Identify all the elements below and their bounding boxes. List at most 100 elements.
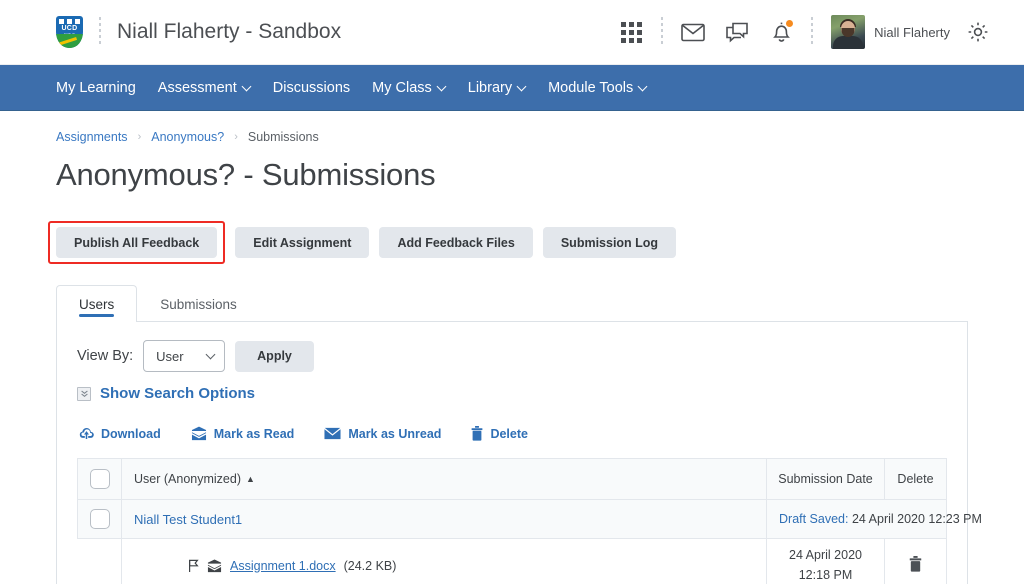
publish-all-feedback-button[interactable]: Publish All Feedback	[56, 227, 218, 258]
user-column-label: User (Anonymized)	[134, 472, 241, 486]
breadcrumb-separator: ›	[137, 131, 142, 143]
breadcrumb: Assignments › Anonymous? › Submissions	[56, 111, 968, 144]
draft-saved-label[interactable]: Draft Saved:	[779, 512, 848, 526]
delete-column-label: Delete	[897, 472, 934, 486]
delete-action[interactable]: Delete	[471, 426, 528, 441]
open-envelope-icon	[191, 426, 206, 441]
draft-saved-date: 24 April 2020 12:23 PM	[851, 512, 982, 526]
user-name[interactable]: Niall Flaherty	[874, 25, 950, 40]
submission-date-column-label: Submission Date	[778, 472, 873, 486]
sort-ascending-icon: ▲	[245, 474, 255, 484]
submission-log-button[interactable]: Submission Log	[542, 227, 677, 258]
tab-panel-users: View By: User Apply Show Search Options	[56, 321, 982, 584]
expand-chevrons-icon[interactable]	[77, 386, 91, 401]
main-navigation: My Learning Assessment Discussions My Cl…	[0, 65, 1024, 111]
user-name-cell: Niall Test Student1	[121, 499, 767, 539]
select-all-header	[77, 458, 122, 500]
view-by-label: View By:	[77, 348, 134, 364]
view-by-select[interactable]: User	[143, 340, 226, 372]
chevron-down-icon	[438, 84, 446, 92]
nav-item-module-tools[interactable]: Module Tools	[548, 80, 647, 96]
mark-as-unread-action[interactable]: Mark as Unread	[324, 427, 441, 441]
tab-label: Users	[79, 297, 115, 312]
submission-date-line1: 24 April 2020	[789, 548, 862, 563]
tab-label: Submissions	[160, 297, 237, 312]
chevron-down-icon	[207, 352, 215, 360]
bell-icon[interactable]	[759, 10, 803, 54]
course-title: Niall Flaherty - Sandbox	[117, 20, 342, 43]
ucd-logo-icon[interactable]: UCD DUBLIN	[56, 16, 83, 48]
nav-item-assessment[interactable]: Assessment	[158, 80, 251, 96]
draft-status-cell: Draft Saved: 24 April 2020 12:23 PM	[766, 499, 982, 539]
add-feedback-files-button[interactable]: Add Feedback Files	[379, 227, 533, 258]
user-column-header[interactable]: User (Anonymized) ▲	[121, 458, 767, 500]
flag-icon[interactable]	[188, 559, 199, 573]
submissions-table: User (Anonymized) ▲ Submission Date Delet…	[77, 458, 982, 584]
nav-label: Assessment	[157, 79, 237, 96]
header-actions: Niall Flaherty	[609, 10, 1000, 54]
file-size: (24.2 KB)	[343, 558, 397, 573]
view-by-row: View By: User Apply	[77, 340, 947, 372]
submission-date-line2: 12:18 PM	[798, 567, 853, 582]
action-label: Delete	[490, 426, 528, 441]
ucd-logo-word: UCD	[61, 25, 78, 32]
mark-as-read-action[interactable]: Mark as Read	[191, 426, 295, 441]
nav-item-library[interactable]: Library	[468, 80, 526, 96]
nav-item-discussions[interactable]: Discussions	[273, 80, 350, 96]
file-row-spacer	[78, 539, 122, 584]
table-row: Niall Test Student1 Draft Saved: 24 Apri…	[77, 499, 982, 539]
action-label: Download	[101, 426, 161, 441]
envelope-icon[interactable]	[671, 10, 715, 54]
apply-button[interactable]: Apply	[235, 340, 314, 372]
breadcrumb-separator: ›	[234, 131, 238, 143]
delete-cell	[884, 538, 947, 584]
table-row: Assignment 1.docx (24.2 KB) 24 April 202…	[78, 538, 947, 584]
chevron-down-icon	[243, 84, 251, 92]
tab-bar: Users Submissions	[56, 285, 968, 322]
avatar[interactable]	[831, 15, 866, 49]
breadcrumb-item-submissions: Submissions	[247, 130, 319, 144]
download-cloud-icon	[79, 428, 94, 439]
show-search-options-link[interactable]: Show Search Options	[100, 385, 255, 402]
breadcrumb-item-assignments[interactable]: Assignments	[56, 130, 128, 144]
notification-badge	[785, 19, 795, 28]
page-content: Assignments › Anonymous? › Submissions A…	[0, 111, 1024, 584]
tab-submissions[interactable]: Submissions	[137, 285, 260, 322]
row-select-cell	[77, 499, 122, 539]
action-button-row: Publish All Feedback Edit Assignment Add…	[48, 221, 968, 264]
submission-date-column-header[interactable]: Submission Date	[766, 458, 885, 500]
gear-icon[interactable]	[956, 10, 1000, 54]
waffle-icon[interactable]	[609, 10, 653, 54]
file-link[interactable]: Assignment 1.docx	[230, 559, 336, 573]
closed-envelope-icon	[324, 427, 341, 440]
view-by-value: User	[156, 348, 184, 364]
active-tab-indicator	[79, 314, 115, 317]
download-action[interactable]: Download	[79, 426, 161, 441]
trash-icon[interactable]	[909, 556, 922, 572]
file-cell: Assignment 1.docx (24.2 KB)	[121, 538, 767, 584]
nav-label: Module Tools	[548, 79, 634, 96]
highlight-annotation: Publish All Feedback	[48, 221, 226, 264]
row-checkbox[interactable]	[90, 509, 110, 529]
edit-assignment-button[interactable]: Edit Assignment	[235, 227, 370, 258]
brand: UCD DUBLIN Niall Flaherty - Sandbox	[56, 16, 341, 48]
student-link[interactable]: Niall Test Student1	[134, 512, 242, 527]
header-divider-3	[811, 17, 814, 47]
breadcrumb-item-anonymous[interactable]: Anonymous?	[151, 130, 224, 144]
header-divider	[99, 17, 101, 47]
table-header: User (Anonymized) ▲ Submission Date Delet…	[77, 458, 947, 500]
open-envelope-icon[interactable]	[207, 559, 222, 573]
action-label: Mark as Read	[213, 426, 295, 441]
chat-icon[interactable]	[715, 10, 759, 54]
select-all-checkbox[interactable]	[89, 469, 110, 489]
nav-item-my-learning[interactable]: My Learning	[56, 80, 136, 96]
tab-users[interactable]: Users	[56, 285, 138, 322]
show-search-options-row: Show Search Options	[77, 385, 947, 402]
nav-label: Library	[467, 79, 513, 96]
delete-column-header: Delete	[884, 458, 947, 500]
nav-item-my-class[interactable]: My Class	[372, 80, 446, 96]
table-body: Niall Test Student1 Draft Saved: 24 Apri…	[77, 499, 982, 584]
bulk-actions-toolbar: Download Mark as Read Mark as Unread Del…	[77, 426, 947, 441]
chevron-down-icon	[639, 84, 647, 92]
page-title: Anonymous? - Submissions	[56, 157, 436, 192]
